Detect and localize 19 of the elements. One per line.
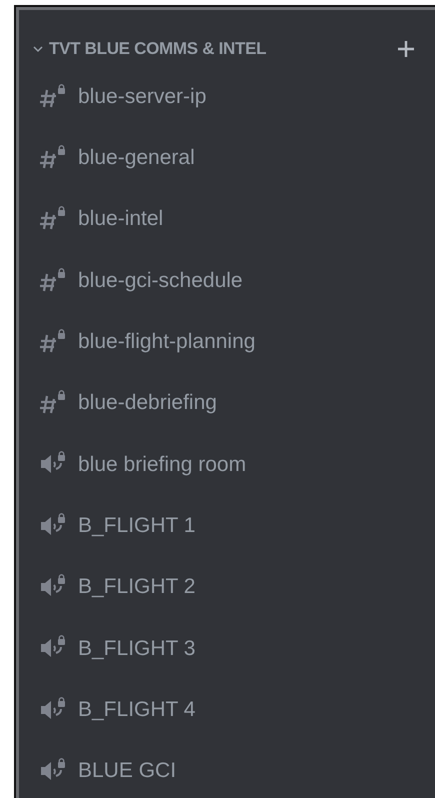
channel-name[interactable]: blue-flight-planning [78, 326, 256, 358]
locked-hash-icon [39, 328, 67, 355]
channel-name[interactable]: blue-intel [78, 203, 164, 235]
locked-hash-icon [39, 144, 67, 171]
channel-name[interactable]: blue-general [78, 142, 195, 174]
caret-icon[interactable] [33, 44, 43, 54]
channel-name[interactable]: B_FLIGHT 1 [78, 510, 196, 542]
channel-name[interactable]: blue-debriefing [78, 387, 217, 419]
category-title[interactable]: TVT BLUE COMMS & INTEL [49, 36, 266, 62]
channel-name[interactable]: blue-gci-schedule [78, 264, 243, 296]
channel-name[interactable]: B_FLIGHT 4 [78, 694, 196, 726]
locked-hash-icon [39, 268, 67, 294]
channel-name[interactable]: BLUE GCI [78, 755, 176, 787]
channel-name[interactable]: B_FLIGHT 3 [78, 632, 196, 664]
channel-name[interactable]: B_FLIGHT 2 [78, 571, 196, 603]
locked-hash-icon [39, 84, 67, 110]
channel-name[interactable]: blue-server-ip [78, 80, 206, 112]
channel-name[interactable]: blue briefing room [78, 448, 246, 480]
add-channel-button[interactable] [397, 40, 415, 58]
